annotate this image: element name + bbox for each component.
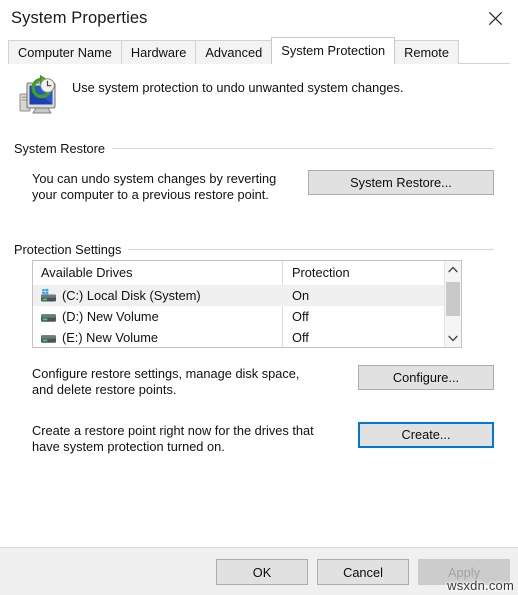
scrollbar-track[interactable]: [445, 278, 461, 330]
system-drive-icon: [40, 288, 57, 303]
drive-icon: [40, 330, 57, 345]
protection-settings-group-header: Protection Settings: [14, 241, 504, 257]
create-section: Create a restore point right now for the…: [14, 422, 504, 455]
tab-hardware[interactable]: Hardware: [120, 40, 197, 64]
drive-protection-cell: On: [292, 288, 310, 303]
tab-computer-name[interactable]: Computer Name: [8, 40, 122, 64]
system-restore-group-title: System Restore: [14, 140, 106, 156]
available-drives-list[interactable]: Available Drives Protection (C:) Local D…: [32, 260, 462, 348]
chevron-up-icon[interactable]: [445, 261, 461, 278]
configure-section: Configure restore settings, manage disk …: [14, 365, 504, 398]
system-restore-group-body: You can undo system changes by reverting…: [14, 170, 504, 203]
system-restore-group: System Restore You can undo system chang…: [14, 140, 504, 203]
column-header-available-drives[interactable]: Available Drives: [33, 261, 283, 347]
drive-name-cell: (D:) New Volume: [33, 309, 283, 324]
group-divider: [128, 248, 494, 250]
configure-description: Configure restore settings, manage disk …: [32, 366, 300, 397]
drive-icon: [40, 309, 57, 324]
close-icon[interactable]: [472, 0, 518, 36]
table-row[interactable]: (E:) New Volume Off: [33, 327, 444, 347]
drive-protection-cell: Off: [292, 309, 309, 324]
protection-settings-group: Protection Settings Available Drives Pro…: [14, 241, 504, 455]
tab-system-protection[interactable]: System Protection: [271, 37, 396, 64]
system-restore-description: You can undo system changes by reverting…: [32, 171, 277, 202]
banner: Use system protection to undo unwanted s…: [14, 74, 504, 126]
drive-name-cell: (C:) Local Disk (System): [33, 288, 283, 303]
drive-name-cell: (E:) New Volume: [33, 330, 283, 345]
scrollbar-thumb[interactable]: [446, 282, 460, 316]
create-button[interactable]: Create...: [358, 422, 494, 448]
table-row[interactable]: (C:) Local Disk (System) On: [33, 285, 444, 306]
tab-list: Computer Name Hardware Advanced System P…: [8, 37, 518, 64]
list-main: Available Drives Protection (C:) Local D…: [33, 261, 444, 347]
table-row[interactable]: (D:) New Volume Off: [33, 306, 444, 327]
list-header: Available Drives Protection: [33, 261, 444, 347]
system-restore-button[interactable]: System Restore...: [308, 170, 494, 195]
dialog-footer: OK Cancel Apply wsxdn.com: [0, 548, 518, 595]
banner-text: Use system protection to undo unwanted s…: [72, 80, 404, 95]
protection-settings-group-title: Protection Settings: [14, 241, 122, 257]
drive-protection-cell: Off: [292, 330, 309, 345]
list-rows: (C:) Local Disk (System) On (D:) New Vol…: [33, 285, 444, 347]
column-header-protection[interactable]: Protection: [283, 261, 444, 285]
page-title: System Properties: [11, 9, 148, 27]
system-properties-dialog: System Properties Computer Name Hardware…: [0, 0, 518, 595]
create-description: Create a restore point right now for the…: [32, 423, 314, 454]
configure-row: Configure restore settings, manage disk …: [32, 365, 494, 398]
drive-name-label: (D:) New Volume: [62, 309, 159, 324]
cancel-button[interactable]: Cancel: [317, 558, 409, 585]
tab-advanced[interactable]: Advanced: [195, 40, 273, 64]
drive-name-label: (E:) New Volume: [62, 330, 159, 345]
configure-button[interactable]: Configure...: [358, 365, 494, 390]
system-protection-icon: [16, 74, 62, 120]
tab-panel-system-protection: Use system protection to undo unwanted s…: [0, 64, 518, 547]
group-divider: [112, 147, 494, 149]
chevron-down-icon[interactable]: [445, 330, 461, 347]
ok-button[interactable]: OK: [216, 558, 308, 585]
tab-remote[interactable]: Remote: [394, 40, 459, 64]
drive-name-label: (C:) Local Disk (System): [62, 288, 201, 303]
system-restore-row: You can undo system changes by reverting…: [32, 170, 494, 203]
tab-strip: Computer Name Hardware Advanced System P…: [0, 37, 518, 64]
apply-button: Apply: [418, 558, 510, 585]
create-row: Create a restore point right now for the…: [32, 422, 494, 455]
system-restore-group-header: System Restore: [14, 140, 504, 156]
list-scrollbar[interactable]: [444, 261, 461, 347]
title-bar: System Properties: [0, 0, 518, 37]
